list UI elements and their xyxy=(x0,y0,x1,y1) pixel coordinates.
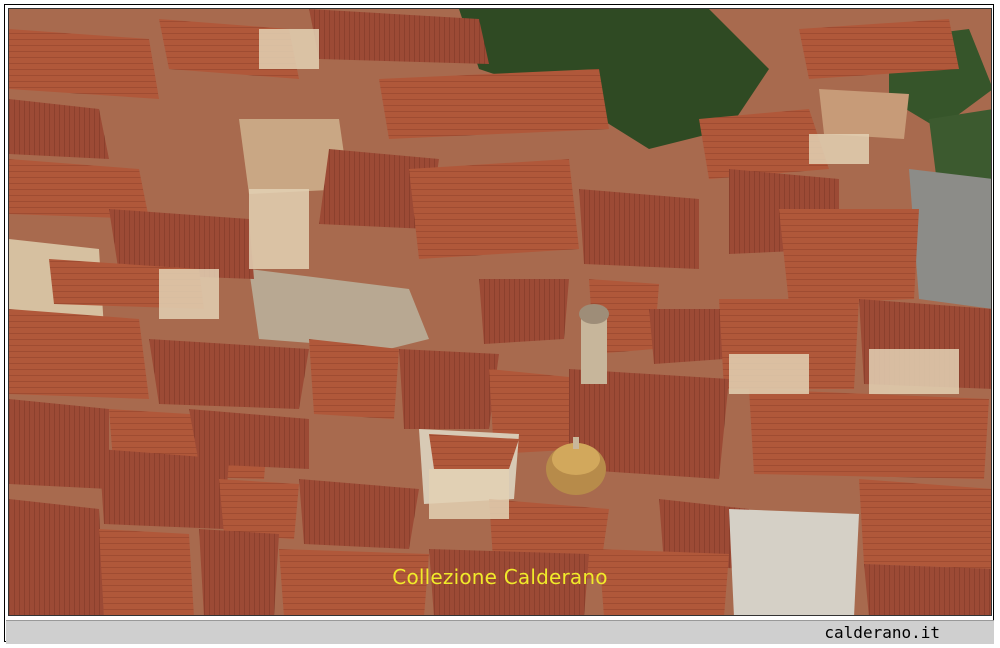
aerial-town-photo xyxy=(9,9,991,615)
aerial-photo xyxy=(8,8,992,616)
site-link[interactable]: calderano.it xyxy=(824,623,940,642)
footer-bar: calderano.it xyxy=(6,620,994,644)
